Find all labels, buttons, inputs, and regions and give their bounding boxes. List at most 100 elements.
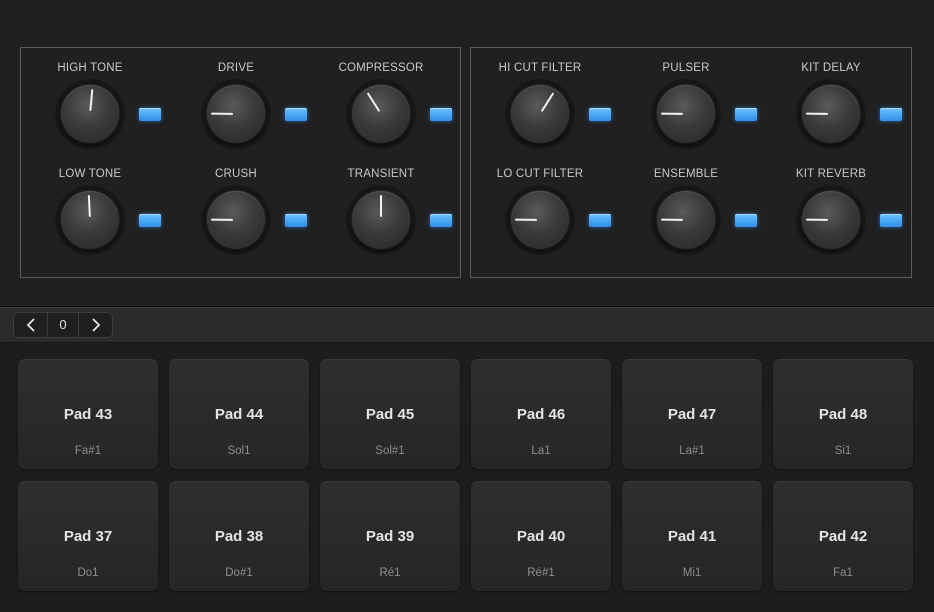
effect-control: HIGH TONE (35, 62, 165, 162)
effect-toggle-led[interactable] (430, 108, 452, 121)
knob[interactable] (207, 191, 265, 249)
effect-label: KIT DELAY (801, 62, 861, 74)
knob[interactable] (802, 85, 860, 143)
knob-pointer (210, 112, 234, 115)
knob-track (201, 185, 271, 255)
knob-track (651, 79, 721, 149)
bank-next-button[interactable] (79, 313, 112, 337)
pad-note: La1 (531, 445, 551, 457)
drum-pads: Pad 43 Fa#1 Pad 44 Sol1 Pad 45 Sol#1 Pad 46 La1… (0, 344, 934, 612)
drum-pad[interactable]: Pad 45 Sol#1 (320, 359, 460, 469)
effect-toggle-led[interactable] (735, 108, 757, 121)
pad-note: Do1 (77, 567, 99, 579)
knob-track (505, 185, 575, 255)
drum-pad[interactable]: Pad 42 Fa1 (773, 481, 913, 591)
knob[interactable] (207, 85, 265, 143)
pad-name: Pad 44 (214, 406, 264, 423)
pad-name: Pad 41 (667, 528, 717, 545)
chevron-right-icon (91, 318, 100, 332)
drum-pad[interactable]: Pad 44 Sol1 (169, 359, 309, 469)
knob-track (796, 79, 866, 149)
bank-value: 0 (47, 313, 79, 337)
effect-control: ENSEMBLE (631, 168, 761, 268)
effect-toggle-led[interactable] (880, 108, 902, 121)
effect-label: LO CUT FILTER (496, 168, 584, 180)
knob-pointer (87, 194, 91, 218)
drum-pad[interactable]: Pad 48 Si1 (773, 359, 913, 469)
pad-name: Pad 39 (365, 528, 415, 545)
pad-name: Pad 47 (667, 406, 717, 423)
knob-track (346, 79, 416, 149)
knob[interactable] (352, 191, 410, 249)
pad-name: Pad 48 (818, 406, 868, 423)
drum-pad[interactable]: Pad 43 Fa#1 (18, 359, 158, 469)
effect-label: CRUSH (215, 168, 257, 180)
effect-control: KIT DELAY (776, 62, 906, 162)
knob[interactable] (802, 191, 860, 249)
drum-pad[interactable]: Pad 39 Ré1 (320, 481, 460, 591)
effect-toggle-led[interactable] (735, 214, 757, 227)
pad-name: Pad 37 (63, 528, 113, 545)
pad-note: Fa1 (833, 567, 853, 579)
pad-note: Do#1 (225, 567, 253, 579)
knob[interactable] (61, 85, 119, 143)
knob-pointer (210, 218, 234, 221)
pad-name: Pad 45 (365, 406, 415, 423)
knob-track (796, 185, 866, 255)
effects-panel-right: HI CUT FILTER PULSER KIT DELAY LO CUT FILTE… (470, 47, 912, 278)
knob-pointer (805, 112, 829, 115)
effect-toggle-led[interactable] (880, 214, 902, 227)
pad-note: Si1 (834, 445, 852, 457)
effect-toggle-led[interactable] (139, 214, 161, 227)
drum-pad[interactable]: Pad 46 La1 (471, 359, 611, 469)
knob[interactable] (657, 85, 715, 143)
knob-track (55, 185, 125, 255)
effect-label: KIT REVERB (795, 168, 867, 180)
effect-control: COMPRESSOR (326, 62, 456, 162)
pad-note: Mi1 (682, 567, 702, 579)
knob-pointer (660, 112, 684, 115)
knob[interactable] (511, 85, 569, 143)
effect-control: KIT REVERB (776, 168, 906, 268)
drum-pad[interactable]: Pad 38 Do#1 (169, 481, 309, 591)
knob[interactable] (511, 191, 569, 249)
effects-section: HIGH TONE DRIVE COMPRESSOR LOW TONE CRUSH TRA… (0, 0, 934, 307)
knob[interactable] (352, 85, 410, 143)
knob[interactable] (657, 191, 715, 249)
effect-toggle-led[interactable] (285, 108, 307, 121)
bank-prev-button[interactable] (14, 313, 47, 337)
knob-track (505, 79, 575, 149)
bank-stepper: 0 (13, 312, 113, 338)
effect-control: TRANSIENT (326, 168, 456, 268)
knob-track (651, 185, 721, 255)
knob[interactable] (61, 191, 119, 249)
pad-note: Fa#1 (74, 445, 102, 457)
knob-pointer (540, 92, 555, 113)
knob-track (346, 185, 416, 255)
effect-label: PULSER (662, 62, 710, 74)
effect-control: LO CUT FILTER (485, 168, 615, 268)
knob-pointer (660, 218, 684, 221)
drum-pad[interactable]: Pad 40 Ré#1 (471, 481, 611, 591)
effect-toggle-led[interactable] (139, 108, 161, 121)
effect-label: HIGH TONE (57, 62, 123, 74)
knob-pointer (89, 89, 94, 112)
effect-label: ENSEMBLE (653, 168, 719, 180)
effect-control: CRUSH (181, 168, 311, 268)
knob-track (55, 79, 125, 149)
knob-pointer (514, 218, 538, 221)
drum-pad[interactable]: Pad 37 Do1 (18, 481, 158, 591)
pad-name: Pad 38 (214, 528, 264, 545)
effect-toggle-led[interactable] (430, 214, 452, 227)
effect-toggle-led[interactable] (285, 214, 307, 227)
pad-name: Pad 46 (516, 406, 566, 423)
pad-bank-bar: 0 (0, 307, 934, 343)
drum-pad[interactable]: Pad 47 La#1 (622, 359, 762, 469)
knob-pointer (366, 92, 381, 113)
effect-toggle-led[interactable] (589, 108, 611, 121)
drum-pad[interactable]: Pad 41 Mi1 (622, 481, 762, 591)
pad-note: Sol1 (227, 445, 251, 457)
effect-toggle-led[interactable] (589, 214, 611, 227)
knob-track (201, 79, 271, 149)
pad-name: Pad 40 (516, 528, 566, 545)
